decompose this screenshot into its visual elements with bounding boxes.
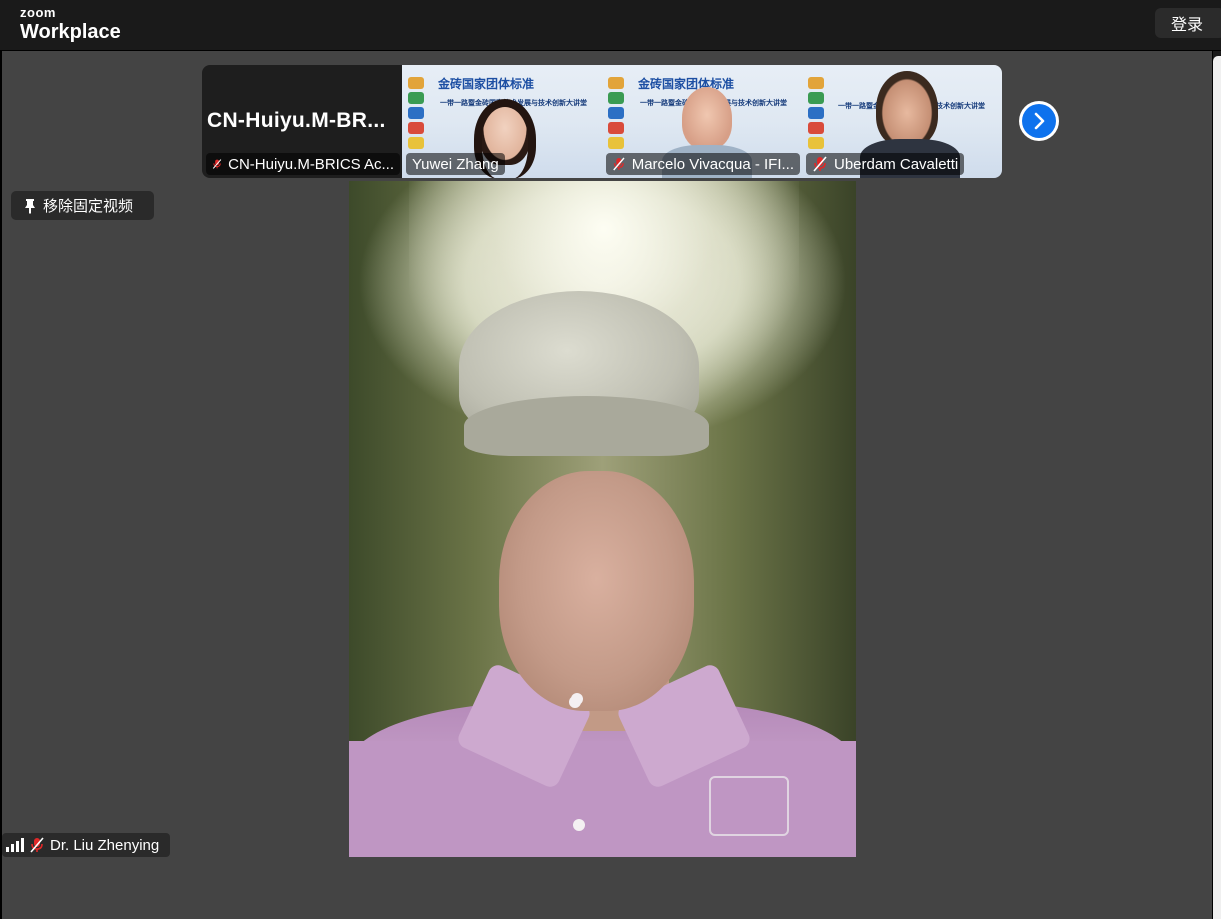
unpin-label: 移除固定视频 (43, 198, 134, 215)
slide-title: 金砖国家团体标准 (638, 77, 735, 91)
brand-large: Workplace (20, 21, 121, 43)
brics-logo (608, 77, 632, 152)
participant-name-label: Uberdam Cavaletti (806, 153, 965, 175)
shirt-button (573, 819, 585, 831)
chevron-right-icon (1022, 104, 1056, 138)
participant-video (682, 87, 732, 149)
participant-name-label: CN-Huiyu.M-BRICS Ac... (206, 153, 400, 175)
mic-muted-icon (613, 157, 625, 171)
participant-tile[interactable]: 金砖国家团体标准 一带一路暨金砖国家技术发展与技术创新大讲堂 Marcelo V… (602, 65, 802, 178)
participant-name: CN-Huiyu.M-BRICS Ac... (228, 155, 394, 173)
unpin-video-button[interactable]: 移除固定视频 (11, 191, 154, 220)
top-bar: zoom Workplace 登录 (0, 0, 1221, 50)
brics-logo (808, 77, 832, 152)
zoom-workplace-logo: zoom Workplace (20, 6, 121, 44)
pinned-participant-video[interactable] (349, 181, 856, 857)
next-page-button[interactable] (1019, 101, 1059, 141)
participant-name: Uberdam Cavaletti (834, 155, 959, 173)
shirt-button (571, 693, 583, 705)
scrollbar[interactable] (1213, 56, 1221, 919)
participant-tile[interactable]: 一带一路暨金砖国家技术发展与技术创新大讲堂 Uberdam Cavaletti (802, 65, 1002, 178)
mic-muted-icon (30, 837, 44, 853)
participant-name-label: Yuwei Zhang (406, 153, 505, 175)
video-cap-brim (464, 396, 709, 456)
participant-tile[interactable]: 金砖国家团体标准 一带一路暨金砖国家技术发展与技术创新大讲堂 Yuwei Zha… (402, 65, 602, 178)
brics-logo (408, 77, 432, 152)
mic-muted-icon (212, 159, 222, 169)
brand-small: zoom (20, 5, 56, 20)
participant-gallery-strip: CN-Huiyu.M-BR... CN-Huiyu.M-BRICS Ac... … (202, 65, 1002, 178)
video-face (499, 471, 694, 711)
shirt-emblem (709, 776, 789, 836)
participant-name-label: Marcelo Vivacqua - IFI... (606, 153, 800, 175)
participant-name: Yuwei Zhang (412, 155, 499, 173)
login-button[interactable]: 登录 (1155, 8, 1221, 38)
pin-icon (25, 198, 35, 214)
participant-video (876, 71, 938, 147)
mic-muted-icon (813, 156, 827, 172)
participant-avatar-name: CN-Huiyu.M-BR... (207, 109, 386, 132)
participant-name: Dr. Liu Zhenying (50, 836, 160, 854)
participant-name: Marcelo Vivacqua - IFI... (631, 155, 794, 173)
slide-title: 金砖国家团体标准 (438, 77, 535, 91)
pinned-name-badge: Dr. Liu Zhenying (2, 833, 170, 857)
signal-strength-icon (6, 838, 24, 852)
participant-tile[interactable]: CN-Huiyu.M-BR... CN-Huiyu.M-BRICS Ac... (202, 65, 402, 178)
